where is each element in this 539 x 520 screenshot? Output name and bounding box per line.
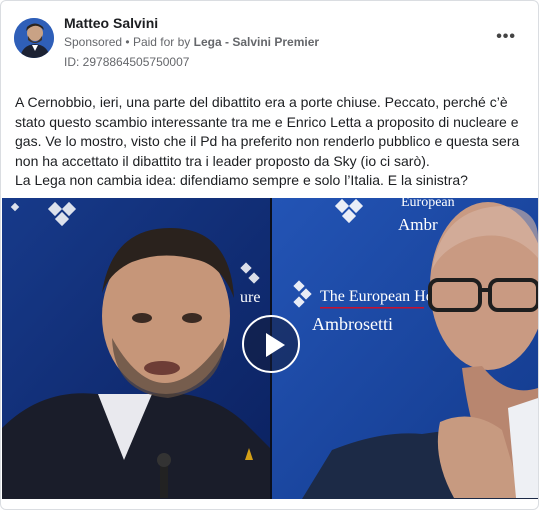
backdrop-top-line-2: Ambr bbox=[398, 215, 438, 234]
body-paragraph-2: La Lega non cambia idea: difendiamo semp… bbox=[15, 172, 468, 188]
video-player[interactable]: ure European Ambr The European House Amb… bbox=[2, 198, 538, 499]
backdrop-text-right-2: Ambrosetti bbox=[312, 314, 393, 334]
backdrop-text-left: ure bbox=[240, 289, 260, 306]
play-button[interactable] bbox=[242, 315, 300, 373]
ad-card: Matteo Salvini Sponsored • Paid for by L… bbox=[0, 0, 539, 510]
ad-meta: Sponsored • Paid for by Lega - Salvini P… bbox=[64, 35, 319, 49]
advertiser-name[interactable]: Matteo Salvini bbox=[64, 15, 158, 31]
body-paragraph-1: A Cernobbio, ieri, una parte del dibatti… bbox=[15, 94, 520, 169]
ellipsis-icon: ••• bbox=[496, 28, 516, 45]
paid-for-prefix: Paid for by bbox=[132, 35, 191, 49]
ad-id: ID: 2978864505750007 bbox=[64, 55, 190, 69]
paid-for-by: Lega - Salvini Premier bbox=[193, 35, 320, 49]
more-options-button[interactable]: ••• bbox=[496, 28, 516, 46]
ad-body-text: A Cernobbio, ieri, una parte del dibatti… bbox=[15, 93, 527, 191]
backdrop-top-line-1: European bbox=[401, 198, 455, 210]
avatar-photo bbox=[14, 18, 54, 58]
separator-dot: • bbox=[125, 35, 133, 49]
sponsored-label: Sponsored bbox=[64, 35, 123, 49]
advertiser-avatar[interactable] bbox=[14, 18, 54, 58]
